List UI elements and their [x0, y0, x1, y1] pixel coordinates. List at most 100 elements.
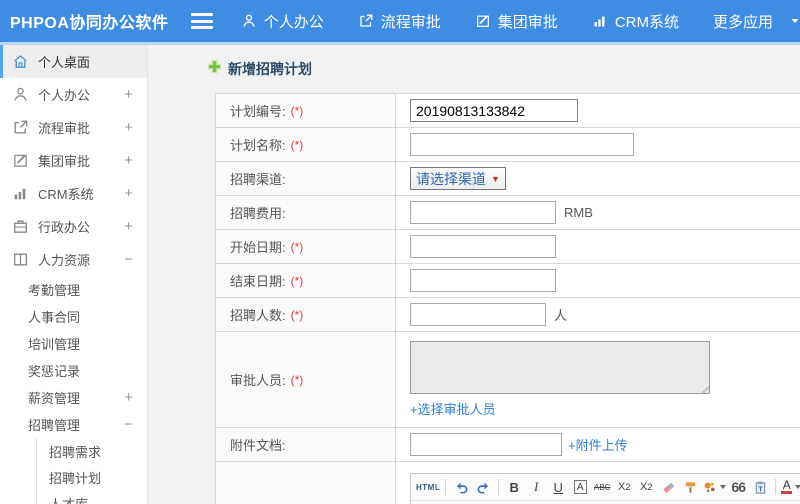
sidebar-submenu: 考勤管理人事合同培训管理奖惩记录薪资管理 + 招聘管理 − 招聘需求招聘计划 人才库: [0, 276, 147, 504]
editor-bold-button[interactable]: B: [504, 477, 524, 497]
font-color-glyph: A: [781, 478, 793, 494]
editor-toolbar-row1: HTMLBIUAABCX2X266TAab: [411, 474, 800, 501]
topnav-item-3[interactable]: 集团审批: [475, 11, 558, 32]
form-row-10: HTMLBIUAABCX2X266TAab自定义标题段落格式字体字号: [216, 462, 800, 504]
sidebar-item-label: 流程审批: [38, 121, 91, 136]
field-input-2[interactable]: [410, 133, 634, 156]
topnav-item-label: CRM系统: [614, 13, 679, 31]
paste-text-icon[interactable]: T: [750, 477, 770, 497]
editor-superscript-button[interactable]: X2: [614, 477, 634, 497]
briefcase-icon: [12, 218, 29, 235]
approver-field: +选择审批人员: [410, 337, 710, 422]
editor-strikethrough-button[interactable]: ABC: [592, 477, 612, 497]
field-label: [216, 462, 396, 504]
approver-textarea[interactable]: [410, 341, 710, 394]
sidebar-item-3[interactable]: 流程审批 +: [0, 111, 147, 144]
undo-icon[interactable]: [451, 477, 471, 497]
color-splash-icon[interactable]: [702, 477, 727, 497]
eraser-icon[interactable]: [658, 477, 678, 497]
redo-icon[interactable]: [473, 477, 493, 497]
editor-italic-button[interactable]: I: [526, 477, 546, 497]
field-value: 人: [396, 298, 800, 331]
hamburger-icon[interactable]: [190, 13, 213, 29]
field-label-text: 结束日期:: [230, 274, 286, 289]
field-input-6[interactable]: [410, 269, 556, 292]
field-label: 开始日期: (*): [216, 230, 396, 263]
sidebar-item-label: 人力资源: [38, 253, 91, 268]
person-icon: [12, 86, 29, 103]
sidebar-item-7[interactable]: 人力资源 −: [0, 243, 147, 276]
topnav-item-4[interactable]: CRM系统: [592, 11, 679, 32]
sidebar-item-2[interactable]: 个人办公 +: [0, 78, 147, 111]
sidebar-item-7-6-3[interactable]: 人才库: [37, 490, 147, 504]
sidebar-item-label: 薪资管理: [28, 391, 81, 406]
collapse-minus-icon: −: [124, 251, 133, 268]
sidebar-item-6[interactable]: 行政办公 +: [0, 210, 147, 243]
sidebar-item-7-6-2[interactable]: 招聘计划: [37, 464, 147, 490]
topnav-item-1[interactable]: 个人办公: [241, 11, 324, 32]
page-title-text: 新增招聘计划: [228, 61, 312, 77]
field-label-text: 招聘费用:: [230, 206, 286, 221]
format-brush-icon[interactable]: [680, 477, 700, 497]
field-label-text: 附件文档:: [230, 438, 286, 453]
form-row-4: 招聘费用: RMB: [216, 196, 800, 230]
required-mark: (*): [290, 273, 304, 288]
field-value: [396, 230, 800, 263]
collapse-minus-icon: −: [124, 416, 133, 433]
sidebar-item-7-1[interactable]: 考勤管理: [0, 276, 147, 303]
required-mark: (*): [290, 239, 304, 254]
field-value: RMB: [396, 196, 800, 229]
green-plus-icon: [207, 59, 222, 79]
chart-icon: [592, 13, 608, 29]
sidebar-item-label: 招聘需求: [49, 444, 102, 460]
field-label-text: 招聘渠道:: [230, 172, 286, 187]
sidebar-item-7-6[interactable]: 招聘管理 −: [0, 411, 147, 438]
font-color-icon[interactable]: A: [781, 477, 800, 497]
sidebar: 个人桌面 个人办公 + 流程审批 + 集团审批 + CRM系统 + 行政办公 + 人力资源 − 考勤管理人…: [0, 45, 148, 504]
editor-subscript-button[interactable]: X2: [636, 477, 656, 497]
field-value: [396, 94, 800, 127]
topnav-item-2[interactable]: 流程审批: [358, 11, 441, 32]
sidebar-item-5[interactable]: CRM系统 +: [0, 177, 147, 210]
app-logo: PHPOA协同办公软件: [10, 15, 169, 32]
editor-blockquote-button[interactable]: 66: [728, 477, 748, 497]
attachment-upload-link[interactable]: +附件上传: [568, 435, 628, 454]
field-input-4[interactable]: [410, 201, 556, 224]
field-input-1[interactable]: [410, 99, 578, 122]
form-row-2: 计划名称: (*): [216, 128, 800, 162]
expand-plus-icon: +: [124, 389, 133, 406]
sidebar-subsubmenu: 招聘需求招聘计划 人才库: [36, 438, 147, 504]
sidebar-item-7-4[interactable]: 奖惩记录: [0, 357, 147, 384]
sidebar-item-label: 招聘管理: [28, 418, 81, 433]
field-input-7[interactable]: [410, 303, 546, 326]
sidebar-item-label: 人事合同: [28, 310, 81, 325]
field-label: 计划名称: (*): [216, 128, 396, 161]
field-value: +选择审批人员: [396, 332, 800, 427]
sidebar-item-7-5[interactable]: 薪资管理 +: [0, 384, 147, 411]
sidebar-item-label: 奖惩记录: [28, 364, 81, 379]
toolbar-separator: [498, 479, 500, 495]
expand-plus-icon: +: [124, 119, 133, 136]
sidebar-item-7-6-1[interactable]: 招聘需求: [37, 438, 147, 464]
channel-select[interactable]: 请选择渠道 ▼: [410, 167, 506, 190]
sidebar-item-4[interactable]: 集团审批 +: [0, 144, 147, 177]
required-mark: (*): [290, 372, 304, 387]
field-label: 招聘渠道:: [216, 162, 396, 195]
form-row-9: 附件文档: +附件上传: [216, 428, 800, 462]
sidebar-item-7-2[interactable]: 人事合同: [0, 303, 147, 330]
field-input-5[interactable]: [410, 235, 556, 258]
field-input-9[interactable]: [410, 433, 562, 456]
choose-approver-link[interactable]: +选择审批人员: [410, 399, 710, 418]
person-icon: [241, 13, 257, 29]
edit-icon: [12, 152, 29, 169]
topnav-item-5[interactable]: 更多应用: [713, 11, 800, 32]
editor-underline-button[interactable]: U: [548, 477, 568, 497]
sidebar-item-7-3[interactable]: 培训管理: [0, 330, 147, 357]
sidebar-item-1[interactable]: 个人桌面: [0, 45, 147, 78]
field-label-text: 招聘人数:: [230, 308, 286, 323]
editor-html-source-button[interactable]: HTML: [416, 477, 440, 497]
share-icon: [358, 13, 374, 29]
sidebar-item-label: 行政办公: [38, 220, 91, 235]
field-label-text: 审批人员:: [230, 373, 286, 388]
editor-boxed-a-button[interactable]: A: [570, 477, 590, 497]
